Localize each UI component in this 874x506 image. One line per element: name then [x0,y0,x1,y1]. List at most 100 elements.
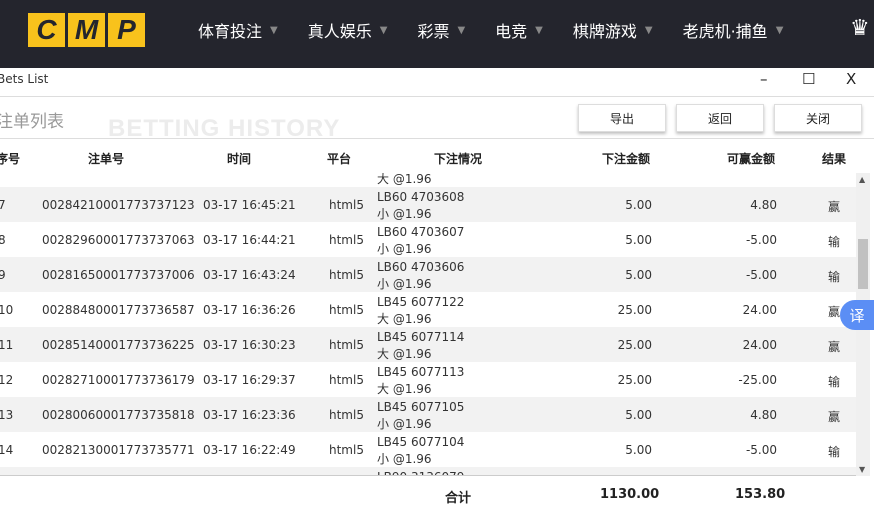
col-header-result: 结果 [822,152,847,166]
translate-button[interactable]: 译 [840,300,874,330]
bets-panel: 注单列表 BETTING HISTORY 导出 返回 关闭 序号 注单号 时间 … [0,96,874,506]
window-title: Bets List [0,72,49,86]
nav-label: 彩票 [417,22,450,41]
total-amount: 1130.00 [600,487,660,502]
bet-result: 输 [828,445,841,459]
bet-time: 03-17 16:36:26 [203,303,296,317]
chevron-down-icon: ▼ [775,24,784,36]
bet-detail-line2: 小 @1.96 [377,277,432,291]
platform: html5 [329,408,364,422]
scroll-down-icon[interactable]: ▼ [859,465,865,474]
bet-time: 03-17 16:29:37 [203,373,296,387]
table-row[interactable]: 大 @1.96 [0,173,856,187]
win-amount: -25.00 [738,373,777,387]
bet-id: 00285140001773736225 [42,338,195,352]
bet-time: 03-17 16:44:21 [203,233,296,247]
back-button[interactable]: 返回 [676,104,764,132]
table-row[interactable]: 13 00280060001773735818 03-17 16:23:36 html… [0,397,856,432]
bet-result: 输 [828,375,841,389]
table-row[interactable]: 9 00281650001773737006 03-17 16:43:24 html5… [0,257,856,292]
platform: html5 [329,268,364,282]
bet-result: 输 [828,235,841,249]
logo-letter: M [68,13,105,47]
bet-time: 03-17 16:45:21 [203,198,296,212]
nav-label: 真人娱乐 [307,22,372,41]
bet-detail-line1: LB60 4703607 [377,225,465,239]
bet-id: 00280060001773735818 [42,408,195,422]
win-amount: 24.00 [742,303,777,317]
table-row[interactable]: 10 00288480001773736587 03-17 16:36:26 html… [0,292,856,327]
crown-icon[interactable]: ♛ [850,16,870,41]
win-amount: -5.00 [745,443,777,457]
bet-result: 赢 [828,340,841,354]
window-close-button[interactable]: X [846,70,856,88]
bet-result: 赢 [828,305,841,319]
row-no: 10 [0,303,14,317]
bet-detail-line1: LB60 4703608 [377,190,465,204]
scrollbar-thumb[interactable] [858,239,868,289]
bet-amount: 25.00 [617,338,652,352]
bet-detail-line1: LB45 6077114 [377,330,465,344]
win-amount: 4.80 [750,408,777,422]
export-button[interactable]: 导出 [578,104,666,132]
win-amount: 24.00 [742,338,777,352]
bet-amount: 5.00 [625,408,652,422]
divider [0,138,874,139]
scroll-up-icon[interactable]: ▲ [859,175,865,184]
row-no: 7 [0,198,6,212]
panel-title: 注单列表 [0,112,64,132]
row-no: 12 [0,373,14,387]
minimize-button[interactable]: – [760,70,768,88]
nav-lottery[interactable]: 彩票 ▼ [417,18,465,42]
chevron-down-icon: ▼ [457,24,466,36]
platform: html5 [329,198,364,212]
close-button[interactable]: 关闭 [774,104,862,132]
row-no: 9 [0,268,6,282]
bet-detail-line2: 大 @1.96 [377,382,432,396]
logo-letter: C [28,13,65,47]
platform: html5 [329,303,364,317]
cmp-logo[interactable]: C M P [28,13,145,47]
nav-label: 棋牌游戏 [572,22,637,41]
bet-amount: 5.00 [625,443,652,457]
nav-label: 老虎机·捕鱼 [682,22,768,41]
total-win: 153.80 [735,487,786,502]
nav-card-games[interactable]: 棋牌游戏 ▼ [573,18,653,42]
bet-id: 00282960001773737063 [42,233,195,247]
bet-detail-line1: LB45 6077105 [377,400,465,414]
bet-id: 00288480001773736587 [42,303,195,317]
table-row[interactable]: 11 00285140001773736225 03-17 16:30:23 html… [0,327,856,362]
table-row[interactable]: LB90 3136079 [0,467,856,475]
row-no: 11 [0,338,14,352]
bet-detail-line2: 小 @1.96 [377,207,432,221]
nav-slots-fishing[interactable]: 老虎机·捕鱼 ▼ [683,18,784,42]
table-row[interactable]: 7 00284210001773737123 03-17 16:45:21 html5… [0,187,856,222]
bet-detail-line1: LB60 4703606 [377,260,465,274]
maximize-button[interactable]: ☐ [802,70,815,88]
bet-detail-line2: 大 @1.96 [377,173,432,186]
win-amount: -5.00 [745,233,777,247]
table-row[interactable]: 8 00282960001773737063 03-17 16:44:21 html5… [0,222,856,257]
total-label: 合计 [445,491,472,506]
bet-time: 03-17 16:43:24 [203,268,296,282]
nav-esports[interactable]: 电竞 ▼ [495,18,543,42]
win-amount: 4.80 [750,198,777,212]
col-header-no: 序号 [0,152,21,166]
nav-live-casino[interactable]: 真人娱乐 ▼ [308,18,388,42]
bet-detail-line2: 大 @1.96 [377,347,432,361]
bet-amount: 5.00 [625,233,652,247]
site-header: C M P 体育投注 ▼ 真人娱乐 ▼ 彩票 ▼ 电竞 ▼ 棋牌游戏 ▼ 老虎机·捕鱼 ▼ … [0,0,874,68]
win-amount: -5.00 [745,268,777,282]
row-no: 13 [0,408,14,422]
col-header-time: 时间 [227,152,252,166]
bet-detail-line1: LB45 6077104 [377,435,465,449]
bet-detail-line2: 小 @1.96 [377,452,432,466]
nav-label: 体育投注 [198,22,263,41]
table-row[interactable]: 12 00282710001773736179 03-17 16:29:37 html… [0,362,856,397]
table-row[interactable]: 14 00282130001773735771 03-17 16:22:49 html… [0,432,856,467]
platform: html5 [329,373,364,387]
bet-result: 赢 [828,410,841,424]
col-header-amount: 下注金额 [602,152,651,166]
nav-sports[interactable]: 体育投注 ▼ [198,18,278,42]
chevron-down-icon: ▼ [270,24,278,36]
